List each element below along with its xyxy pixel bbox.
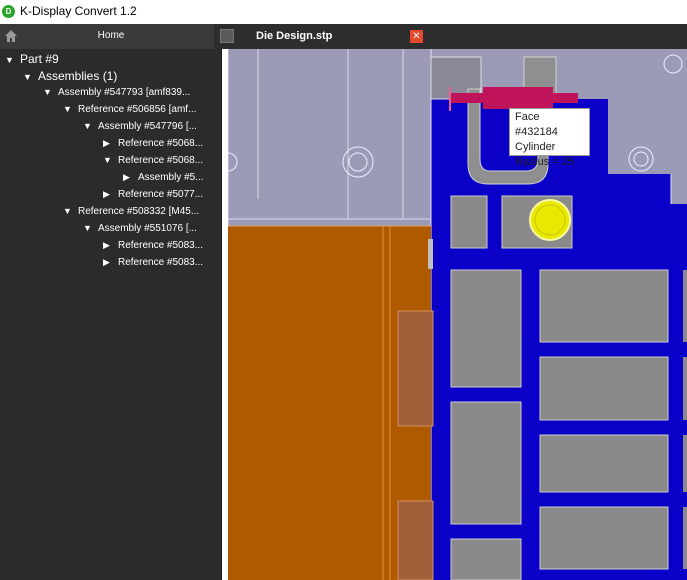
tab-document-label: Die Design.stp bbox=[256, 30, 333, 42]
expand-down-icon[interactable]: ▼ bbox=[83, 121, 93, 131]
tree-item[interactable]: ▼ Assembly #551076 [... bbox=[83, 223, 197, 240]
tab-home-label: Home bbox=[97, 30, 125, 41]
document-settings-icon[interactable] bbox=[220, 29, 234, 43]
tree-item[interactable]: ▼ Reference #506856 [amf... bbox=[63, 104, 196, 121]
tree-item-label: Reference #5068... bbox=[118, 138, 204, 149]
tree-item-label: Reference #5068... bbox=[118, 155, 204, 166]
tooltip-surface-type: Cylinder bbox=[515, 141, 556, 153]
expand-down-icon[interactable]: ▼ bbox=[63, 104, 73, 114]
die-model-render[interactable] bbox=[228, 49, 687, 580]
tree-item[interactable]: ▶ Reference #5077... bbox=[103, 189, 203, 206]
tooltip-radius: Radius = 25 bbox=[515, 156, 575, 168]
expand-down-icon[interactable]: ▼ bbox=[43, 87, 53, 97]
expand-down-icon[interactable]: ▼ bbox=[103, 155, 113, 165]
tree-item-label: Reference #5077... bbox=[118, 189, 204, 200]
face-info-tooltip: Face #432184 Cylinder Radius = 25 bbox=[509, 108, 590, 168]
tree-item-label: Assembly #5... bbox=[138, 172, 204, 183]
collapse-right-icon[interactable]: ▶ bbox=[103, 189, 113, 200]
tree-item-label: Part #9 bbox=[20, 52, 59, 66]
tree-item-label: Assembly #547793 [amf839... bbox=[58, 87, 191, 98]
tree-item-label: Assembly #547796 [... bbox=[98, 121, 197, 132]
selected-cylinder-face[interactable] bbox=[529, 199, 571, 241]
tree-item[interactable]: ▶ Reference #5083... bbox=[103, 240, 203, 257]
collapse-right-icon[interactable]: ▶ bbox=[103, 240, 113, 251]
3d-viewport[interactable] bbox=[228, 49, 687, 580]
tree-item[interactable]: ▼ Assembly #547793 [amf839... bbox=[43, 87, 190, 104]
tree-item-label: Reference #5083... bbox=[118, 257, 204, 268]
tree-item-label: Reference #5083... bbox=[118, 240, 204, 251]
tree-item[interactable]: ▶ Reference #5068... bbox=[103, 138, 203, 155]
tree-item[interactable]: ▼ Part #9 bbox=[5, 52, 59, 69]
tab-home[interactable]: Home bbox=[0, 24, 222, 49]
tree-item[interactable]: ▼ Assemblies (1) bbox=[23, 69, 117, 86]
tree-item[interactable]: ▶ Assembly #5... bbox=[123, 172, 204, 189]
title-bar: D K-Display Convert 1.2 bbox=[0, 0, 687, 24]
tree-item-label: Assembly #551076 [... bbox=[98, 223, 197, 234]
tree-item-label: Reference #506856 [amf... bbox=[78, 104, 197, 115]
collapse-right-icon[interactable]: ▶ bbox=[103, 138, 113, 149]
tree-item[interactable]: ▼ Reference #508332 [M45... bbox=[63, 206, 199, 223]
app-logo-icon: D bbox=[2, 5, 15, 18]
collapse-right-icon[interactable]: ▶ bbox=[123, 172, 133, 183]
expand-down-icon[interactable]: ▼ bbox=[83, 223, 93, 233]
tab-document[interactable]: Die Design.stp ✕ bbox=[214, 24, 428, 49]
tree-item-label: Reference #508332 [M45... bbox=[78, 206, 200, 217]
tree-item[interactable]: ▶ Reference #5083... bbox=[103, 257, 203, 274]
model-tree-panel: ▼ Part #9 ▼ Assemblies (1) ▼ Assembly #547793… bbox=[0, 49, 222, 580]
tooltip-face-id: Face #432184 bbox=[515, 111, 558, 138]
close-tab-icon[interactable]: ✕ bbox=[410, 30, 423, 43]
collapse-right-icon[interactable]: ▶ bbox=[103, 257, 113, 268]
window-title: K-Display Convert 1.2 bbox=[20, 4, 137, 18]
tree-item-label: Assemblies (1) bbox=[38, 69, 118, 83]
expand-down-icon[interactable]: ▼ bbox=[63, 206, 73, 216]
tree-item[interactable]: ▼ Assembly #547796 [... bbox=[83, 121, 197, 138]
expand-down-icon[interactable]: ▼ bbox=[23, 72, 33, 82]
expand-down-icon[interactable]: ▼ bbox=[5, 55, 15, 65]
tree-item[interactable]: ▼ Reference #5068... bbox=[103, 155, 203, 172]
